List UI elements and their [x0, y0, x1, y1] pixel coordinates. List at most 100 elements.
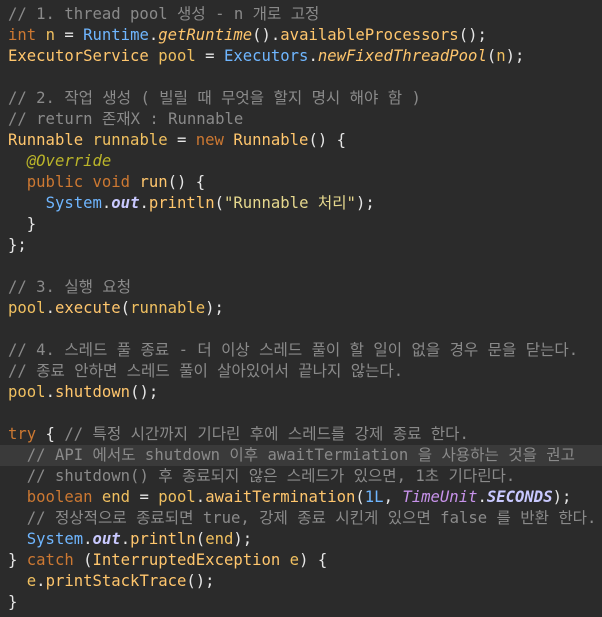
- code-token: ) {: [299, 551, 328, 569]
- code-line[interactable]: pool.shutdown();: [0, 382, 602, 403]
- code-line[interactable]: System.out.println("Runnable 처리");: [0, 193, 602, 214]
- code-line[interactable]: // 4. 스레드 풀 종료 - 더 이상 스레드 풀이 할 일이 없을 경우 …: [0, 340, 602, 361]
- code-token: (: [214, 194, 224, 212]
- code-token: @Override: [26, 152, 112, 170]
- code-line[interactable]: // 정상적으로 종료되면 true, 강제 종료 시킨게 있으면 false …: [0, 508, 602, 529]
- code-token: =: [195, 47, 224, 65]
- code-line[interactable]: [0, 256, 602, 277]
- code-line[interactable]: ExecutorService pool = Executors.newFixe…: [0, 46, 602, 67]
- code-token: .: [477, 488, 487, 506]
- code-token: () {: [308, 131, 347, 149]
- code-token: pool: [8, 299, 46, 317]
- code-line[interactable]: @Override: [0, 151, 602, 172]
- code-line[interactable]: } catch (InterruptedException e) {: [0, 550, 602, 571]
- code-token: // 2. 작업 생성 ( 빌릴 때 무엇을 할지 명시 해야 함 ): [8, 89, 421, 107]
- code-token: int: [8, 26, 37, 44]
- code-token: Executors: [223, 47, 309, 65]
- code-token: println: [130, 530, 196, 548]
- code-token: .: [45, 299, 55, 317]
- code-token: println: [148, 194, 215, 212]
- code-token: shutdown: [54, 383, 131, 401]
- code-token: Runtime: [83, 26, 149, 44]
- code-line[interactable]: // 3. 실행 요청: [0, 277, 602, 298]
- code-token: pool: [158, 47, 196, 65]
- code-line[interactable]: };: [0, 235, 602, 256]
- code-token: n: [45, 26, 55, 44]
- code-token: .: [101, 194, 112, 212]
- code-token: );: [552, 488, 572, 506]
- code-token: };: [8, 236, 27, 254]
- code-token: {: [36, 425, 65, 443]
- code-token: ();: [458, 26, 487, 44]
- code-line[interactable]: boolean end = pool.awaitTermination(1L, …: [0, 487, 602, 508]
- code-line[interactable]: [0, 319, 602, 340]
- code-token: .: [83, 530, 93, 548]
- code-line[interactable]: // 종료 안하면 스레드 풀이 살아있어서 끝나지 않는다.: [0, 361, 602, 382]
- code-line[interactable]: System.out.println(end);: [0, 529, 602, 550]
- code-token: =: [54, 26, 84, 44]
- code-token: }: [8, 215, 37, 233]
- code-token: // 정상적으로 종료되면 true, 강제 종료 시킨게 있으면 false …: [26, 509, 597, 527]
- code-token: public: [26, 173, 84, 191]
- code-token: System: [45, 194, 102, 212]
- code-token: getRuntime: [158, 26, 253, 44]
- code-token: Runnable: [233, 131, 309, 149]
- code-token: runnable: [130, 299, 206, 317]
- code-token: (: [355, 488, 365, 506]
- code-token: ,: [383, 488, 403, 506]
- code-token: newFixedThreadPool: [317, 47, 487, 65]
- code-token: new: [195, 131, 224, 149]
- code-token: );: [505, 47, 525, 65]
- code-line[interactable]: pool.execute(runnable);: [0, 298, 602, 319]
- code-token: );: [355, 194, 375, 212]
- code-token: (: [486, 47, 497, 65]
- code-line[interactable]: // 1. thread pool 생성 - n 개로 고정: [0, 4, 602, 25]
- code-token: boolean: [26, 488, 93, 506]
- code-token: out: [111, 194, 140, 212]
- code-token: catch: [26, 551, 74, 569]
- code-token: // 3. 실행 요청: [8, 278, 132, 296]
- code-token: System: [26, 530, 84, 548]
- code-line[interactable]: Runnable runnable = new Runnable() {: [0, 130, 602, 151]
- code-line[interactable]: try { // 특정 시간까지 기다린 후에 스레드를 강제 종료 한다.: [0, 424, 602, 445]
- code-token: (: [195, 530, 206, 548]
- code-token: ().: [252, 26, 281, 44]
- code-editor[interactable]: // 1. thread pool 생성 - n 개로 고정 int n = Ru…: [0, 0, 602, 617]
- code-token: // 1. thread pool 생성 - n 개로 고정: [8, 5, 320, 23]
- code-token: .: [308, 47, 318, 65]
- code-token: execute: [54, 299, 121, 317]
- code-line[interactable]: // shutdown() 후 종료되지 않은 스레드가 있으면, 1초 기다린…: [0, 466, 602, 487]
- code-line[interactable]: int n = Runtime.getRuntime().availablePr…: [0, 25, 602, 46]
- code-line[interactable]: e.printStackTrace();: [0, 571, 602, 592]
- code-token: =: [167, 131, 196, 149]
- code-line[interactable]: }: [0, 592, 602, 613]
- code-token: awaitTermination: [205, 488, 356, 506]
- code-line[interactable]: public void run() {: [0, 172, 602, 193]
- code-token: InterruptedException: [92, 551, 281, 569]
- code-line-highlighted[interactable]: // API 에서도 shutdown 이후 awaitTermiation 을…: [0, 445, 602, 466]
- code-token: // 특정 시간까지 기다린 후에 스레드를 강제 종료 한다.: [64, 425, 469, 443]
- code-token: .: [36, 572, 46, 590]
- code-line[interactable]: // return 존재X : Runnable: [0, 109, 602, 130]
- code-token: }: [8, 593, 18, 611]
- code-line[interactable]: }: [0, 214, 602, 235]
- code-token: ();: [186, 572, 215, 590]
- code-line[interactable]: [0, 403, 602, 424]
- code-token: try: [8, 425, 37, 443]
- code-token: );: [233, 530, 253, 548]
- code-token: end: [101, 488, 131, 506]
- code-line[interactable]: [0, 67, 602, 88]
- code-token: e: [26, 572, 37, 590]
- code-line[interactable]: // 2. 작업 생성 ( 빌릴 때 무엇을 할지 명시 해야 함 ): [0, 88, 602, 109]
- code-token: (: [73, 551, 93, 569]
- code-token: // shutdown() 후 종료되지 않은 스레드가 있으면, 1초 기다린…: [26, 467, 516, 485]
